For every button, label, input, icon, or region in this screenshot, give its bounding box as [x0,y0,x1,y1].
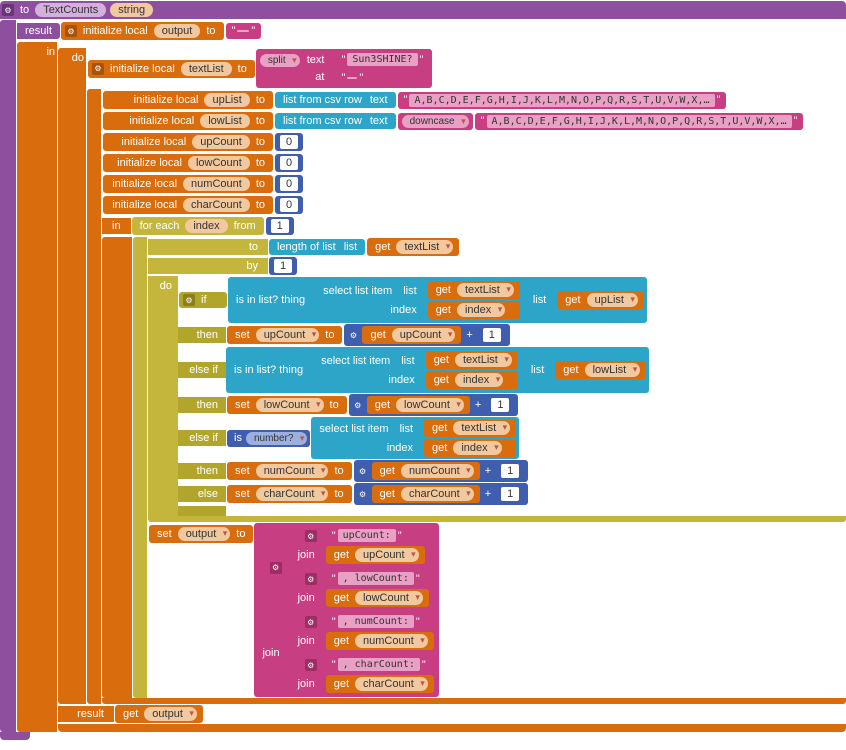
split-block[interactable]: split text at Sun3SHINE? [256,49,433,88]
num-0b[interactable]: 0 [275,154,303,172]
result-keyword: result [25,25,52,37]
gear-icon[interactable]: ⚙ [270,562,282,574]
set-upcount[interactable]: set upCount to [227,326,342,344]
purple-bar [0,20,16,732]
gear-icon[interactable]: ⚙ [65,25,77,37]
orange-bar: in [17,42,57,732]
proc-name[interactable]: TextCounts [35,3,106,17]
set-charcount[interactable]: set charCount to [227,485,352,503]
num-0c[interactable]: 0 [275,175,303,193]
init-charcount[interactable]: initialize local charCount to [103,196,273,214]
split-at[interactable] [335,70,429,86]
split-text[interactable]: Sun3SHINE? [335,51,429,68]
gear-icon[interactable]: ⚙ [183,294,195,306]
gear-icon[interactable]: ⚙ [92,63,104,75]
add-1b[interactable]: ⚙ getlowCount + 1 [349,394,519,416]
get-output-final[interactable]: get output [115,705,203,723]
init-output-block[interactable]: ⚙ initialize local output to [61,22,224,40]
gear-icon[interactable]: ⚙ [357,488,369,500]
init-uplist[interactable]: initialize local upList to [103,91,273,109]
alpha-upper[interactable]: A,B,C,D,E,F,G,H,I,J,K,L,M,N,O,P,Q,R,S,T,… [398,92,727,109]
get-textlist[interactable]: get textList [367,238,459,256]
init-lowlist[interactable]: initialize local lowList to [103,112,273,130]
join-outer[interactable]: ⚙join ⚙join upCount: [254,523,438,697]
set-lowcount[interactable]: set lowCount to [227,396,347,414]
split-dropdown[interactable]: split [260,54,300,67]
select-item-1[interactable]: select list item list index gettextList [315,279,523,321]
procedure-block[interactable]: ⚙ to TextCounts string result ⚙ initiali… [0,1,846,740]
init-textlist[interactable]: ⚙ initialize local textList to [88,60,255,78]
add-1a[interactable]: ⚙ getupCount + 1 [344,324,509,346]
is-in-list-low[interactable]: is in list? thing select list item list [226,347,649,393]
gear-icon[interactable]: ⚙ [357,465,369,477]
set-numcount[interactable]: set numCount to [227,462,352,480]
gear-icon[interactable]: ⚙ [347,329,359,341]
csv-row-up[interactable]: list from csv row text [275,92,396,108]
foreach-header[interactable]: for each index from [132,217,264,235]
set-output[interactable]: set output to [149,525,253,543]
gear-icon[interactable]: ⚙ [2,4,14,16]
string-literal[interactable] [226,23,262,39]
num-0d[interactable]: 0 [275,196,303,214]
gear-icon[interactable]: ⚙ [352,399,364,411]
to-keyword: to [20,4,29,16]
is-number[interactable]: is number? [227,430,310,447]
proc-arg[interactable]: string [110,3,153,17]
init-lowcount[interactable]: initialize local lowCount to [103,154,273,172]
orange-do-bar: do [58,48,86,704]
output-var[interactable]: output [154,24,201,38]
is-in-list-up[interactable]: is in list? thing select list item list [228,277,647,323]
downcase-block[interactable]: downcase [398,113,473,130]
init-numcount[interactable]: initialize local numCount to [103,175,273,193]
alpha-lower[interactable]: A,B,C,D,E,F,G,H,I,J,K,L,M,N,O,P,Q,R,S,T,… [475,113,804,130]
num-0[interactable]: 0 [275,133,303,151]
add-1d[interactable]: ⚙ getcharCount + 1 [354,483,529,505]
init-upcount[interactable]: initialize local upCount to [103,133,273,151]
if-block[interactable]: ⚙ if is in list? thing [178,277,846,516]
add-1c[interactable]: ⚙ getnumCount + 1 [354,460,529,482]
csv-row-low[interactable]: list from csv row text [275,113,396,129]
length-of-list[interactable]: length of list list [269,239,365,255]
